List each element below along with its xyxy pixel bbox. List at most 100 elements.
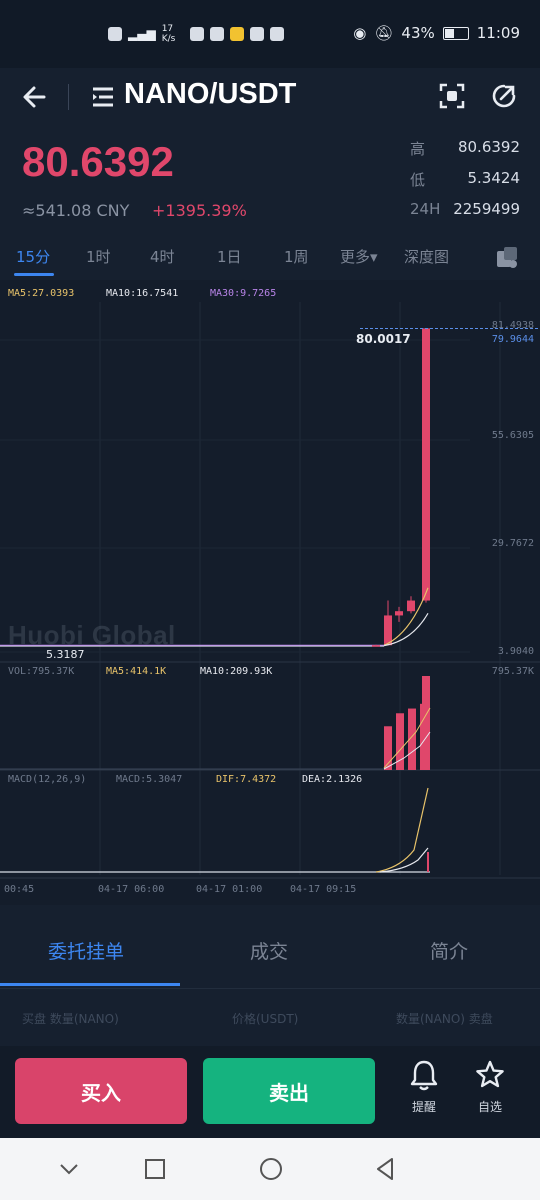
favorite-button[interactable]: 自选 bbox=[466, 1058, 514, 1124]
stat-value: 80.6392 bbox=[457, 138, 520, 156]
stat-label: 24H bbox=[410, 200, 441, 218]
status-bar: ▂▄▆ 17 K/s ◉ 🔕︎ 43% 11:09 bbox=[0, 0, 540, 68]
tab-1w[interactable]: 1周 bbox=[284, 246, 309, 267]
signal-icon: ▂▄▆ bbox=[128, 27, 156, 41]
alert-label: 提醒 bbox=[411, 1100, 436, 1114]
watermark: Huobi Global bbox=[8, 620, 176, 650]
ma30-legend: MA30:9.7265 bbox=[210, 288, 277, 299]
ma5-legend: MA5:27.0393 bbox=[8, 288, 75, 299]
ma10-legend: MA10:16.7541 bbox=[106, 288, 179, 299]
back-triangle-icon[interactable] bbox=[370, 1154, 400, 1184]
battery-percent: 43% bbox=[401, 24, 435, 42]
vol-ma5-legend: MA5:414.1K bbox=[106, 666, 167, 677]
stat-volume: 24H 2259499 bbox=[410, 200, 520, 231]
tab-15m[interactable]: 15分 bbox=[16, 246, 50, 267]
dif-legend: DIF:7.4372 bbox=[216, 774, 277, 785]
battery-icon bbox=[442, 26, 469, 40]
tab-more[interactable]: 更多▾ bbox=[340, 246, 378, 267]
back-arrow-icon[interactable] bbox=[18, 80, 52, 114]
vol-ma10-legend: MA10:209.93K bbox=[200, 666, 273, 677]
stat-value: 2259499 bbox=[453, 200, 520, 218]
col-header-price: 价格(USDT) bbox=[232, 1012, 299, 1026]
tab-trades[interactable]: 成交 bbox=[250, 937, 288, 964]
sell-button[interactable]: 卖出 bbox=[203, 1058, 375, 1124]
star-icon bbox=[476, 1060, 504, 1088]
mute-icon: 🔕︎ bbox=[374, 24, 394, 42]
macd-params-legend: MACD(12,26,9) bbox=[8, 774, 87, 785]
pair-title[interactable]: NANO/USDT bbox=[124, 78, 296, 111]
eye-icon: ◉ bbox=[353, 24, 367, 42]
candle-body bbox=[407, 600, 415, 612]
hd-icon bbox=[108, 27, 122, 41]
vol-legend: VOL:795.37K bbox=[8, 666, 75, 677]
low-marker: 5.3187 bbox=[46, 648, 85, 661]
order-tab-indicator bbox=[0, 983, 180, 986]
stat-label: 低 bbox=[410, 171, 426, 189]
stat-low: 低 5.3424 bbox=[410, 169, 520, 200]
home-icon[interactable] bbox=[256, 1154, 286, 1184]
cny-price: ≈541.08 CNY bbox=[22, 201, 130, 220]
order-book-headers: 买盘 数量(NANO) 价格(USDT) 数量(NANO) 卖盘 bbox=[0, 1000, 540, 1040]
stat-high: 高 80.6392 bbox=[410, 138, 520, 169]
x-axis-label: 04-17 09:15 bbox=[290, 884, 357, 895]
active-tab-indicator bbox=[14, 273, 54, 276]
x-axis-label: 04-17 01:00 bbox=[196, 884, 263, 895]
candle-body bbox=[422, 328, 430, 601]
app-icon bbox=[209, 27, 224, 41]
chart-canvas bbox=[0, 302, 540, 879]
camera-icon bbox=[189, 27, 204, 41]
recents-icon[interactable] bbox=[140, 1154, 170, 1184]
tab-order-book[interactable]: 委托挂单 bbox=[48, 937, 124, 964]
y-axis-label: 29.7672 bbox=[491, 538, 534, 549]
indicator-settings-icon[interactable] bbox=[494, 244, 520, 270]
ticker-stats: 高 80.6392 低 5.3424 24H 2259499 bbox=[410, 138, 520, 231]
tab-1h[interactable]: 1时 bbox=[86, 246, 111, 267]
kline-chart[interactable]: MA5:27.0393 MA10:16.7541 MA30:9.7265 81.… bbox=[0, 280, 540, 905]
dif-curve bbox=[375, 787, 429, 873]
favorite-label: 自选 bbox=[477, 1100, 502, 1114]
candle-body bbox=[395, 611, 403, 616]
notification-icon bbox=[229, 27, 244, 41]
dea-legend: DEA:2.1326 bbox=[302, 774, 363, 785]
chat-icon bbox=[249, 27, 264, 41]
share-icon[interactable] bbox=[488, 80, 520, 112]
pair-menu-icon[interactable] bbox=[90, 84, 116, 110]
volume-bar bbox=[422, 676, 430, 770]
y-axis-label: 3.9040 bbox=[497, 646, 534, 657]
network-speed: 17 K/s bbox=[161, 24, 176, 44]
tab-1d[interactable]: 1日 bbox=[217, 246, 242, 267]
stat-label: 高 bbox=[410, 140, 426, 158]
vol-max-label: 795.37K bbox=[491, 666, 534, 677]
header-divider bbox=[68, 84, 69, 110]
alert-button[interactable]: 提醒 bbox=[400, 1058, 448, 1124]
x-axis-label: 04-17 06:00 bbox=[98, 884, 165, 895]
status-left-icons: ▂▄▆ 17 K/s bbox=[108, 24, 284, 44]
y-axis-label: 55.6305 bbox=[491, 430, 534, 441]
system-nav-bar bbox=[0, 1138, 540, 1200]
header: NANO/USDT bbox=[0, 68, 540, 126]
candle-body bbox=[384, 615, 392, 644]
last-price: 80.6392 bbox=[22, 138, 174, 185]
tab-intro[interactable]: 简介 bbox=[430, 937, 468, 964]
order-tabs: 委托挂单 成交 简介 bbox=[0, 915, 540, 989]
y-axis-label: 81.4938 bbox=[491, 320, 534, 331]
macd-value-legend: MACD:5.3047 bbox=[116, 774, 183, 785]
y-axis-label-current: 79.9644 bbox=[491, 334, 534, 345]
col-header-bid: 买盘 数量(NANO) bbox=[22, 1012, 119, 1026]
tab-depth[interactable]: 深度图 bbox=[404, 246, 449, 267]
stat-value: 5.3424 bbox=[467, 169, 521, 187]
tab-4h[interactable]: 4时 bbox=[150, 246, 175, 267]
clock: 11:09 bbox=[476, 24, 520, 42]
fullscreen-icon[interactable] bbox=[436, 80, 468, 112]
bell-icon bbox=[410, 1060, 438, 1091]
status-right: ◉ 🔕︎ 43% 11:09 bbox=[353, 24, 520, 42]
period-tabs: 15分 1时 4时 1日 1周 更多▾ 深度图 bbox=[0, 240, 540, 276]
buy-button[interactable]: 买入 bbox=[15, 1058, 187, 1124]
candle-body bbox=[372, 645, 380, 647]
chevron-down-icon[interactable] bbox=[54, 1154, 84, 1184]
change-percent: +1395.39% bbox=[152, 201, 247, 220]
high-marker: 80.0017 bbox=[356, 332, 411, 346]
action-bar: 买入 卖出 提醒 自选 bbox=[0, 1046, 540, 1138]
col-header-ask: 数量(NANO) 卖盘 bbox=[396, 1012, 493, 1026]
x-axis-label: 00:45 bbox=[4, 884, 35, 895]
